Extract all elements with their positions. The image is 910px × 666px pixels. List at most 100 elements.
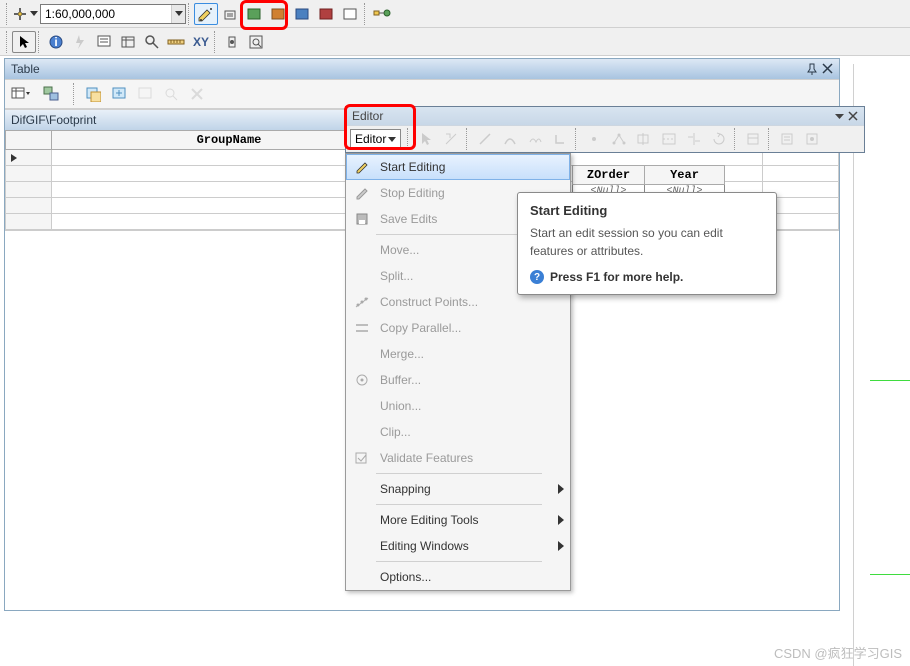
toolbar-separator [73,83,77,105]
menu-item-label: Stop Editing [380,186,445,200]
toolbar-btn-d[interactable] [290,3,314,25]
chevron-down-icon[interactable] [171,5,185,23]
identify-icon[interactable]: i [44,31,68,53]
submenu-arrow-icon [558,515,564,525]
row-selector[interactable] [6,198,52,214]
measure-icon[interactable] [164,31,188,53]
related-tables-icon[interactable] [41,83,65,105]
table-options-dropdown[interactable] [9,83,33,105]
menu-item[interactable]: Options... [346,564,570,590]
create-features-icon [800,128,824,150]
delete-selected-icon [185,83,209,105]
table-toolbar [5,79,839,109]
find-icon[interactable] [140,31,164,53]
save-icon [352,211,372,227]
editor-toolbar-row: Editor [346,125,864,152]
switch-selection-icon[interactable] [107,83,131,105]
menu-item-label: Copy Parallel... [380,321,461,335]
editor-titlebar[interactable]: Editor [346,107,864,125]
menu-item-label: Split... [380,269,413,283]
editor-launch-button[interactable] [194,3,218,25]
toolbar-separator [575,128,579,150]
edit-tool-icon [414,128,438,150]
goto-xy-icon[interactable]: XY [188,31,212,53]
model-builder-icon[interactable] [370,3,394,25]
grid-cell[interactable] [762,166,838,182]
points-icon [352,294,372,310]
toolbar-btn-e[interactable] [314,3,338,25]
point-icon [582,128,606,150]
arc-segment-icon [498,128,522,150]
row-selector[interactable] [6,150,52,166]
parallel-icon [352,320,372,336]
menu-item-label: Construct Points... [380,295,478,309]
menu-item[interactable]: More Editing Tools [346,507,570,533]
toolbar-separator [188,3,192,25]
toolbar-btn-a[interactable] [218,3,242,25]
buffer-icon [352,372,372,388]
scale-input[interactable] [41,6,171,22]
select-arrow-button[interactable] [12,31,36,53]
menu-item-label: Move... [380,243,419,257]
highlight-annotation-1 [240,0,288,30]
reshape-icon [632,128,656,150]
blank-icon [352,346,372,362]
menu-item: Buffer... [346,367,570,393]
toolbar-separator [214,31,218,53]
toolbar-separator [734,128,738,150]
table-titlebar: Table [5,59,839,79]
column-header[interactable]: Year [645,166,725,185]
svg-text:i: i [54,35,57,49]
close-icon[interactable] [822,63,833,75]
html-popup-icon[interactable] [92,31,116,53]
table-title-text: Table [11,62,40,76]
menu-item: Validate Features [346,445,570,471]
menu-item[interactable]: Start Editing [346,154,570,180]
menu-item: Merge... [346,341,570,367]
watermark-text: CSDN @疯狂学习GIS [774,643,902,662]
editor-toolbar-window: Editor Editor [345,106,865,153]
blank-icon [352,398,372,414]
menu-item[interactable]: Editing Windows [346,533,570,559]
menu-item-label: Buffer... [380,373,421,387]
toolbar-separator [466,128,470,150]
time-slider-icon[interactable] [220,31,244,53]
window-menu-icon[interactable] [835,111,844,121]
blank-icon [352,538,372,554]
menu-item: Union... [346,393,570,419]
row-selector[interactable] [6,166,52,182]
pin-icon[interactable] [806,63,818,75]
top-toolbar [0,0,910,28]
tooltip-help-text: Press F1 for more help. [550,270,683,284]
zoom-window-icon[interactable] [244,31,268,53]
right-angle-icon [548,128,572,150]
close-icon[interactable] [848,111,858,121]
menu-item-label: Start Editing [380,160,445,174]
scale-combobox[interactable] [40,4,186,24]
nav-dropdown-arrow[interactable] [28,3,40,25]
tools-toolbar: i XY [0,28,910,56]
svg-text:XY: XY [193,35,209,49]
toolbar-btn-f[interactable] [338,3,362,25]
blank-icon [352,424,372,440]
flash-icon [68,31,92,53]
edit-annotation-icon [439,128,463,150]
menu-separator [376,473,542,474]
validate-icon [352,450,372,466]
edit-vertices-icon [607,128,631,150]
row-selector[interactable] [6,214,52,230]
nav-cross-icon[interactable] [12,3,28,25]
menu-item: Clip... [346,419,570,445]
attributes-icon[interactable] [116,31,140,53]
row-selector[interactable] [6,182,52,198]
pencil-icon [352,159,372,175]
menu-separator [376,504,542,505]
column-header[interactable]: ZOrder [573,166,645,185]
select-by-attributes-icon[interactable] [81,83,105,105]
zoom-selected-icon [159,83,183,105]
stray-line [870,380,910,381]
menu-item[interactable]: Snapping [346,476,570,502]
tooltip-body: Start an edit session so you can edit fe… [530,224,764,260]
row-selector-header [6,131,52,150]
menu-item-label: Editing Windows [380,539,469,553]
